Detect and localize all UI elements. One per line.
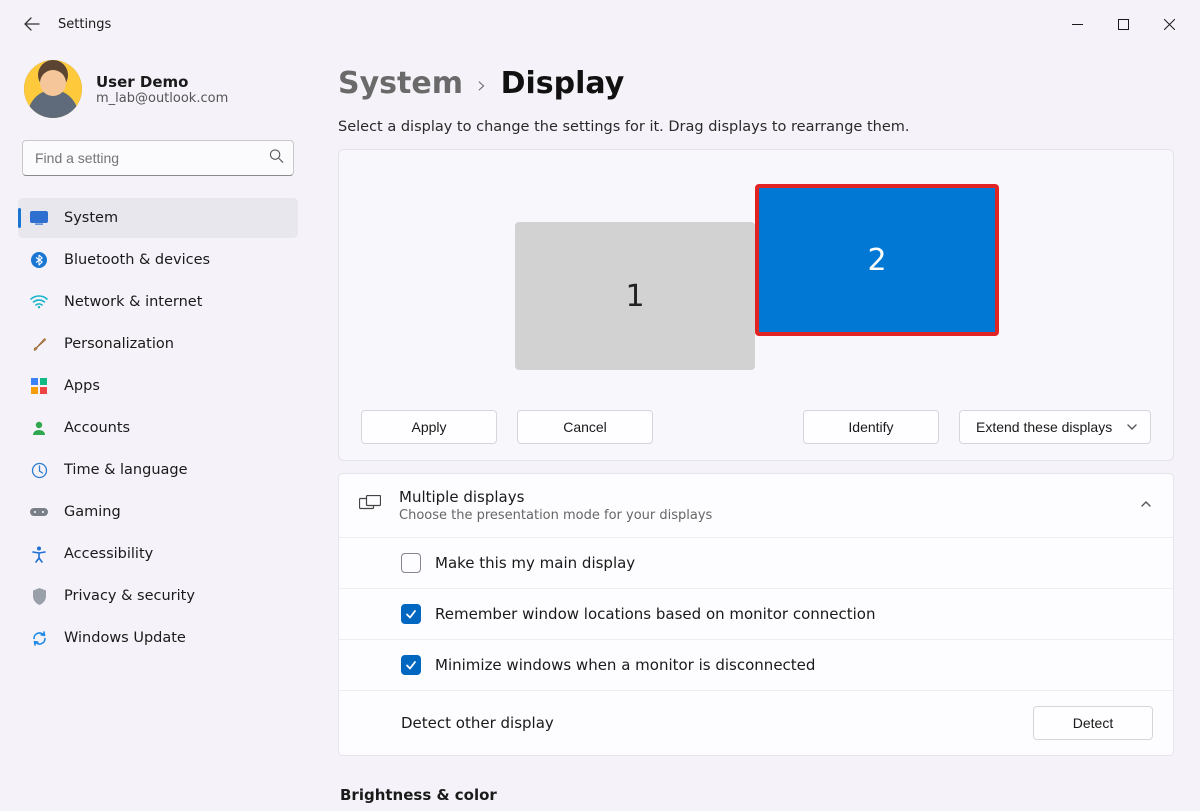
sidebar-item-privacy[interactable]: Privacy & security: [18, 576, 298, 616]
search-icon: [269, 149, 284, 168]
detect-label: Detect other display: [401, 714, 554, 732]
sidebar-item-label: Windows Update: [64, 630, 186, 646]
displays-icon: [359, 495, 381, 517]
profile-block[interactable]: User Demo m_lab@outlook.com: [18, 48, 298, 140]
cancel-button[interactable]: Cancel: [517, 410, 653, 444]
display-arrangement-card: 1 2 Apply Cancel Identify Extend these d…: [338, 149, 1174, 461]
system-icon: [30, 209, 48, 227]
person-icon: [30, 419, 48, 437]
card-subtitle: Choose the presentation mode for your di…: [399, 508, 712, 523]
back-button[interactable]: [20, 12, 44, 36]
display-arrangement-canvas[interactable]: 1 2: [339, 150, 1173, 410]
check-icon: [405, 659, 417, 671]
make-main-display-row[interactable]: Make this my main display: [339, 537, 1173, 588]
breadcrumb-parent[interactable]: System: [338, 66, 463, 101]
display-mode-selected: Extend these displays: [976, 419, 1112, 435]
sidebar-item-gaming[interactable]: Gaming: [18, 492, 298, 532]
checkbox-main-display[interactable]: [401, 553, 421, 573]
app-title: Settings: [58, 17, 111, 32]
multiple-displays-header[interactable]: Multiple displays Choose the presentatio…: [339, 474, 1173, 537]
avatar: [24, 60, 82, 118]
brightness-color-heading: Brightness & color: [340, 786, 1174, 804]
brush-icon: [30, 335, 48, 353]
sidebar-item-label: Personalization: [64, 336, 174, 352]
sidebar-item-label: Accounts: [64, 420, 130, 436]
sidebar-item-label: Bluetooth & devices: [64, 252, 210, 268]
titlebar: Settings: [0, 0, 1200, 48]
sidebar-item-label: Time & language: [64, 462, 188, 478]
sidebar-item-label: Gaming: [64, 504, 121, 520]
check-icon: [405, 608, 417, 620]
checkbox-remember-locations[interactable]: [401, 604, 421, 624]
close-icon: [1164, 19, 1175, 30]
sidebar-item-label: Apps: [64, 378, 100, 394]
sidebar-item-accounts[interactable]: Accounts: [18, 408, 298, 448]
search-input[interactable]: [22, 140, 294, 176]
chevron-down-icon: [1126, 421, 1138, 433]
arrow-left-icon: [24, 16, 40, 32]
sidebar-item-label: Network & internet: [64, 294, 202, 310]
apps-icon: [30, 377, 48, 395]
globe-clock-icon: [30, 461, 48, 479]
maximize-button[interactable]: [1100, 8, 1146, 40]
sidebar-item-bluetooth[interactable]: Bluetooth & devices: [18, 240, 298, 280]
search-wrap: [22, 140, 294, 176]
wifi-icon: [30, 293, 48, 311]
option-label: Remember window locations based on monit…: [435, 605, 876, 623]
sidebar-item-network[interactable]: Network & internet: [18, 282, 298, 322]
sidebar-item-label: System: [64, 210, 118, 226]
sidebar-item-personalization[interactable]: Personalization: [18, 324, 298, 364]
maximize-icon: [1118, 19, 1129, 30]
identify-button[interactable]: Identify: [803, 410, 939, 444]
page-title: Display: [501, 66, 625, 101]
sidebar-item-apps[interactable]: Apps: [18, 366, 298, 406]
nav-list: System Bluetooth & devices Network & int…: [18, 198, 298, 660]
minimize-on-disconnect-row[interactable]: Minimize windows when a monitor is disco…: [339, 639, 1173, 690]
sidebar: User Demo m_lab@outlook.com System Bluet…: [0, 48, 312, 811]
update-icon: [30, 629, 48, 647]
sidebar-item-label: Privacy & security: [64, 588, 195, 604]
sidebar-item-system[interactable]: System: [18, 198, 298, 238]
main-content: System › Display Select a display to cha…: [312, 48, 1200, 811]
display-mode-dropdown[interactable]: Extend these displays: [959, 410, 1151, 444]
accessibility-icon: [30, 545, 48, 563]
gamepad-icon: [30, 503, 48, 521]
multiple-displays-card: Multiple displays Choose the presentatio…: [338, 473, 1174, 756]
breadcrumb: System › Display: [338, 66, 1174, 101]
apply-button[interactable]: Apply: [361, 410, 497, 444]
bluetooth-icon: [30, 251, 48, 269]
minimize-icon: [1072, 19, 1083, 30]
checkbox-minimize-disconnect[interactable]: [401, 655, 421, 675]
card-title: Multiple displays: [399, 488, 712, 506]
close-button[interactable]: [1146, 8, 1192, 40]
detect-button[interactable]: Detect: [1033, 706, 1153, 740]
option-label: Make this my main display: [435, 554, 635, 572]
monitor-2[interactable]: 2: [755, 184, 999, 336]
profile-name: User Demo: [96, 73, 228, 91]
chevron-up-icon: [1139, 497, 1153, 515]
profile-email: m_lab@outlook.com: [96, 91, 228, 106]
minimize-button[interactable]: [1054, 8, 1100, 40]
sidebar-item-windows-update[interactable]: Windows Update: [18, 618, 298, 658]
arrange-actions: Apply Cancel Identify Extend these displ…: [339, 410, 1173, 444]
remember-window-locations-row[interactable]: Remember window locations based on monit…: [339, 588, 1173, 639]
shield-icon: [30, 587, 48, 605]
sidebar-item-label: Accessibility: [64, 546, 153, 562]
detect-other-display-row: Detect other display Detect: [339, 690, 1173, 755]
monitor-1[interactable]: 1: [515, 222, 755, 370]
chevron-right-icon: ›: [477, 71, 487, 99]
sidebar-item-accessibility[interactable]: Accessibility: [18, 534, 298, 574]
hint-text: Select a display to change the settings …: [338, 119, 1174, 135]
window-controls: [1054, 8, 1192, 40]
sidebar-item-time-language[interactable]: Time & language: [18, 450, 298, 490]
option-label: Minimize windows when a monitor is disco…: [435, 656, 815, 674]
